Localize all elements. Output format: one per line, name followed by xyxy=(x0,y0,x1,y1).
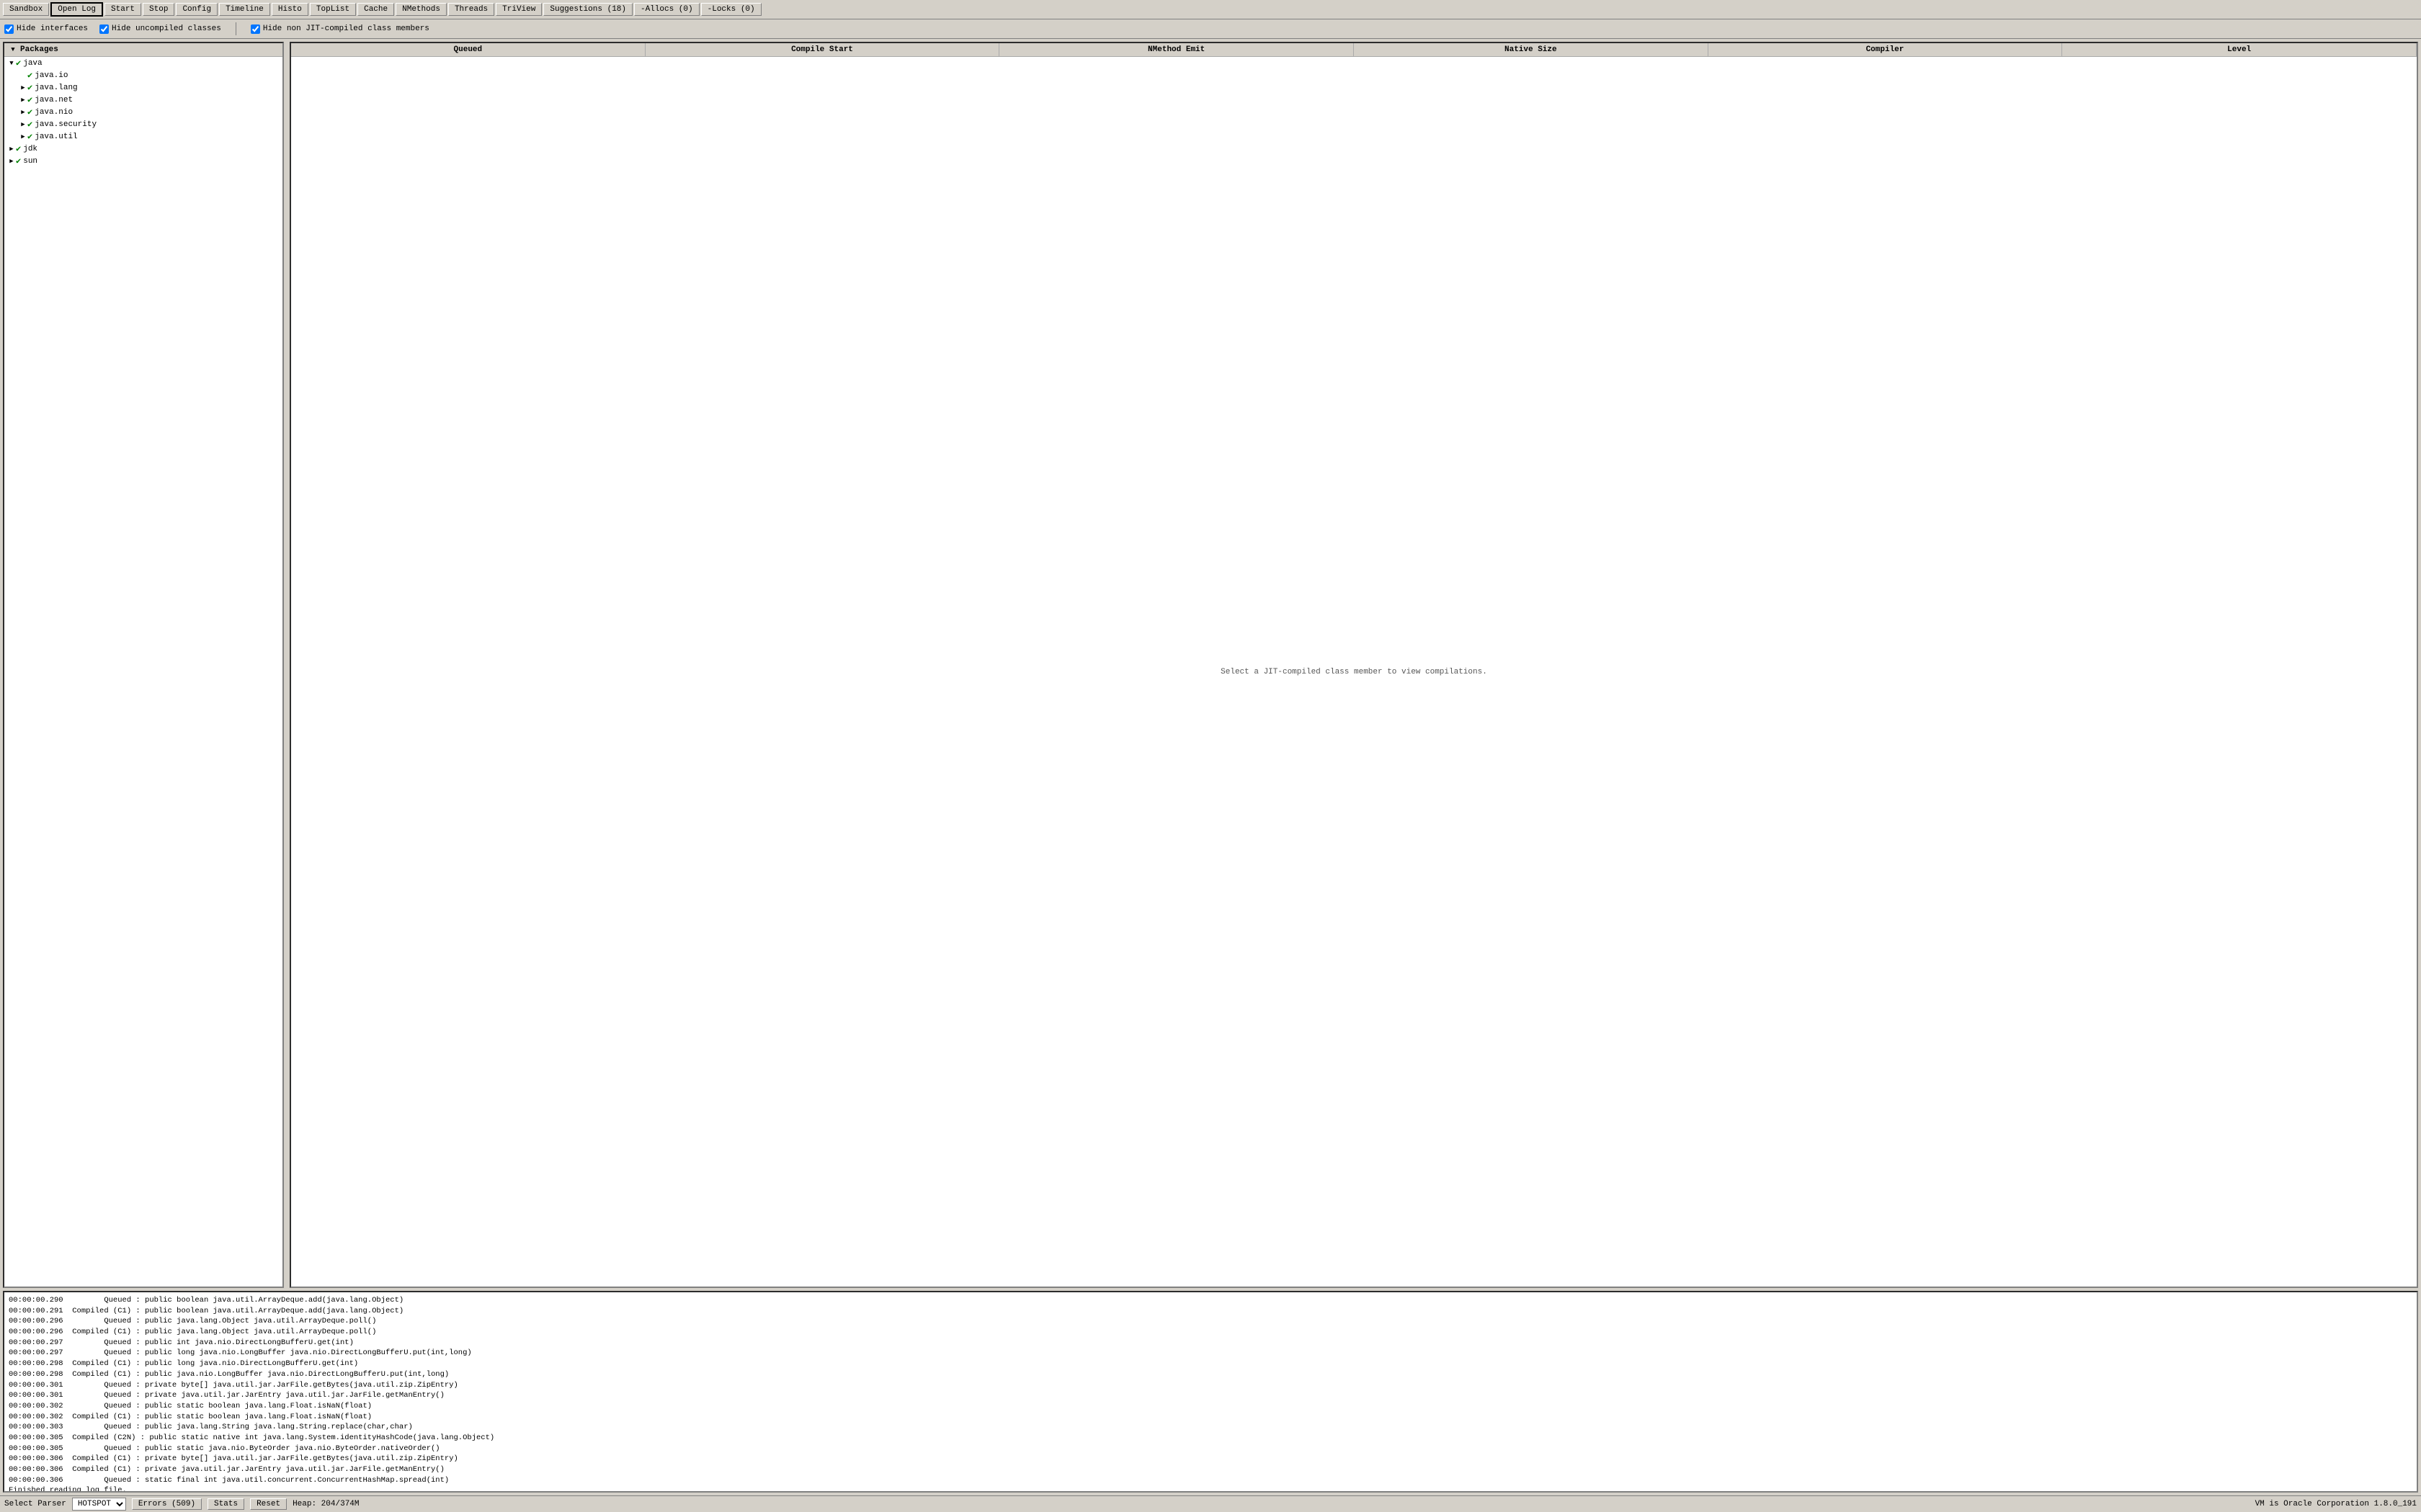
packages-label: Packages xyxy=(20,45,58,54)
hide-uncompiled-label[interactable]: Hide uncompiled classes xyxy=(99,24,221,34)
toolbar-btn-nmethods[interactable]: NMethods xyxy=(396,3,447,16)
hide-non-jit-checkbox[interactable] xyxy=(251,24,260,34)
tree-arrow-java-nio: ▶ xyxy=(19,109,27,116)
table-col-level: Level xyxy=(2062,43,2417,56)
tree-item-sun[interactable]: ▶✔sun xyxy=(4,155,282,167)
toolbar-btn-toplist[interactable]: TopList xyxy=(310,3,356,16)
tree-item-java[interactable]: ▼✔java xyxy=(4,57,282,69)
status-bar: Select Parser HOTSPOT Errors (509) Stats… xyxy=(0,1495,2421,1512)
hide-uncompiled-text: Hide uncompiled classes xyxy=(112,24,221,33)
tree-label-java: java xyxy=(23,59,42,68)
toolbar-btn-timeline[interactable]: Timeline xyxy=(219,3,270,16)
hide-interfaces-text: Hide interfaces xyxy=(17,24,88,33)
toolbar-btn-suggestions[interactable]: Suggestions (18) xyxy=(543,3,633,16)
splitter[interactable] xyxy=(284,39,287,1291)
tree-item-java-net[interactable]: ▶✔java.net xyxy=(4,94,282,106)
tree-check-java-net: ✔ xyxy=(27,94,32,105)
toolbar-btn-allocs[interactable]: -Allocs (0) xyxy=(634,3,700,16)
packages-arrow: ▼ xyxy=(9,46,17,53)
tree-check-java-io: ✔ xyxy=(27,70,32,81)
table-body: Select a JIT-compiled class member to vi… xyxy=(291,57,2417,1287)
tree-arrow-sun: ▶ xyxy=(7,158,16,165)
hide-uncompiled-checkbox[interactable] xyxy=(99,24,109,34)
select-parser-label: Select Parser xyxy=(4,1500,66,1508)
right-panel: QueuedCompile StartNMethod EmitNative Si… xyxy=(290,42,2418,1288)
tree-panel: ▼ Packages ▼✔java✔java.io▶✔java.lang▶✔ja… xyxy=(3,42,284,1288)
tree-item-jdk[interactable]: ▶✔jdk xyxy=(4,143,282,155)
tree-label-jdk: jdk xyxy=(23,145,37,153)
tree-check-jdk: ✔ xyxy=(16,143,21,154)
toolbar-btn-sandbox[interactable]: Sandbox xyxy=(3,3,49,16)
vm-info: VM is Oracle Corporation 1.8.0_191 xyxy=(2255,1500,2417,1508)
hide-interfaces-checkbox[interactable] xyxy=(4,24,14,34)
hide-non-jit-label[interactable]: Hide non JIT-compiled class members xyxy=(251,24,429,34)
tree-items: ▼✔java✔java.io▶✔java.lang▶✔java.net▶✔jav… xyxy=(4,57,282,167)
table-col-nmethod-emit: NMethod Emit xyxy=(999,43,1354,56)
log-area[interactable]: 00:00:00.290 Queued : public boolean jav… xyxy=(3,1291,2418,1493)
tree-arrow-java-security: ▶ xyxy=(19,121,27,128)
tree-check-java: ✔ xyxy=(16,58,21,68)
tree-item-java-util[interactable]: ▶✔java.util xyxy=(4,130,282,143)
tree-check-java-nio: ✔ xyxy=(27,107,32,117)
toolbar: SandboxOpen LogStartStopConfigTimelineHi… xyxy=(0,0,2421,19)
toolbar-btn-triview[interactable]: TriView xyxy=(496,3,542,16)
tree-arrow-java-lang: ▶ xyxy=(19,84,27,91)
heap-info: Heap: 204/374M xyxy=(293,1500,359,1508)
toolbar-btn-threads[interactable]: Threads xyxy=(448,3,494,16)
tree-item-java-security[interactable]: ▶✔java.security xyxy=(4,118,282,130)
tree-check-java-util: ✔ xyxy=(27,131,32,142)
filter-bar: Hide interfaces Hide uncompiled classes … xyxy=(0,19,2421,39)
tree-label-java-net: java.net xyxy=(35,96,73,104)
toolbar-btn-start[interactable]: Start xyxy=(104,3,141,16)
compilations-table: QueuedCompile StartNMethod EmitNative Si… xyxy=(290,42,2418,1288)
reset-button[interactable]: Reset xyxy=(250,1498,287,1510)
toolbar-btn-config[interactable]: Config xyxy=(176,3,218,16)
tree-check-java-lang: ✔ xyxy=(27,82,32,93)
table-col-compile-start: Compile Start xyxy=(646,43,1000,56)
tree-arrow-java: ▼ xyxy=(7,60,16,67)
toolbar-btn-histo[interactable]: Histo xyxy=(272,3,308,16)
tree-label-java-security: java.security xyxy=(35,120,97,129)
table-col-native-size: Native Size xyxy=(1354,43,1708,56)
tree-arrow-jdk: ▶ xyxy=(7,146,16,153)
tree-check-sun: ✔ xyxy=(16,156,21,166)
parser-select[interactable]: HOTSPOT xyxy=(72,1498,126,1511)
tree-arrow-java-net: ▶ xyxy=(19,97,27,104)
tree-label-java-io: java.io xyxy=(35,71,68,80)
table-col-queued: Queued xyxy=(291,43,646,56)
toolbar-btn-open-log[interactable]: Open Log xyxy=(50,2,103,17)
toolbar-btn-stop[interactable]: Stop xyxy=(143,3,174,16)
tree-header: ▼ Packages xyxy=(4,43,282,57)
hide-interfaces-label[interactable]: Hide interfaces xyxy=(4,24,88,34)
tree-arrow-java-util: ▶ xyxy=(19,133,27,140)
table-header: QueuedCompile StartNMethod EmitNative Si… xyxy=(291,43,2417,57)
tree-item-java-io[interactable]: ✔java.io xyxy=(4,69,282,81)
tree-label-java-util: java.util xyxy=(35,133,77,141)
table-col-compiler: Compiler xyxy=(1708,43,2063,56)
tree-label-java-nio: java.nio xyxy=(35,108,73,117)
tree-label-java-lang: java.lang xyxy=(35,84,77,92)
tree-label-sun: sun xyxy=(23,157,37,166)
tree-item-java-nio[interactable]: ▶✔java.nio xyxy=(4,106,282,118)
tree-check-java-security: ✔ xyxy=(27,119,32,130)
errors-button[interactable]: Errors (509) xyxy=(132,1498,202,1510)
tree-scroll[interactable]: ▼ Packages ▼✔java✔java.io▶✔java.lang▶✔ja… xyxy=(4,43,282,1287)
main-area: ▼ Packages ▼✔java✔java.io▶✔java.lang▶✔ja… xyxy=(0,39,2421,1291)
tree-item-java-lang[interactable]: ▶✔java.lang xyxy=(4,81,282,94)
toolbar-btn-cache[interactable]: Cache xyxy=(357,3,394,16)
stats-button[interactable]: Stats xyxy=(208,1498,244,1510)
empty-message: Select a JIT-compiled class member to vi… xyxy=(1221,668,1487,676)
hide-non-jit-text: Hide non JIT-compiled class members xyxy=(263,24,429,33)
toolbar-btn-locks[interactable]: -Locks (0) xyxy=(701,3,762,16)
